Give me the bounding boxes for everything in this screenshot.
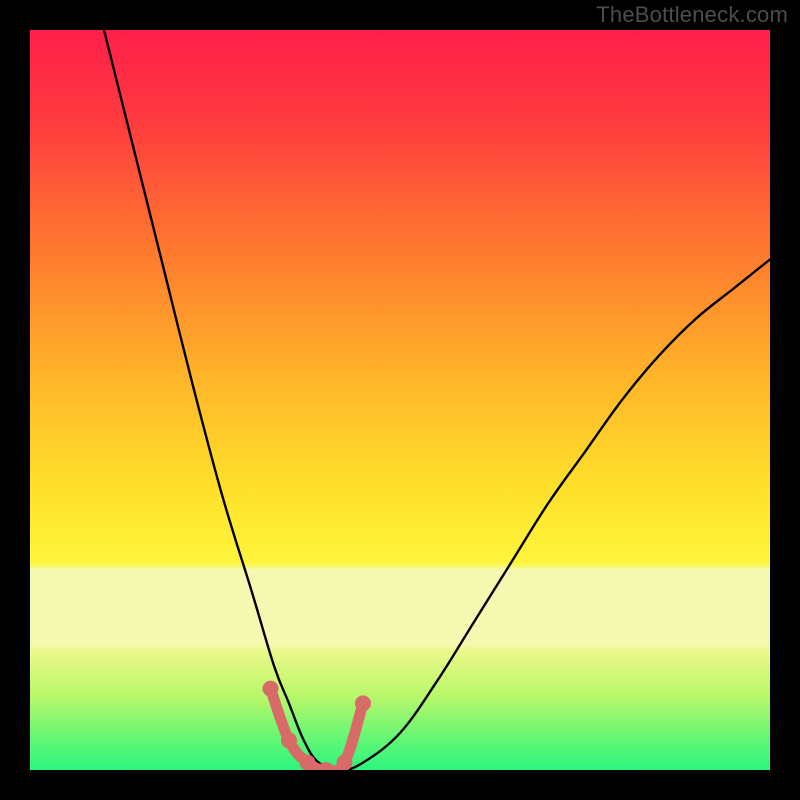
plot-area bbox=[30, 30, 770, 770]
highlight-dot bbox=[281, 732, 297, 748]
watermark-text: TheBottleneck.com bbox=[596, 2, 788, 28]
gradient-background bbox=[30, 30, 770, 770]
highlight-dot bbox=[263, 681, 279, 697]
chart-frame: TheBottleneck.com bbox=[0, 0, 800, 800]
chart-svg bbox=[30, 30, 770, 770]
highlight-dot bbox=[355, 695, 371, 711]
highlight-dot bbox=[300, 755, 316, 770]
highlight-dot bbox=[337, 755, 353, 770]
